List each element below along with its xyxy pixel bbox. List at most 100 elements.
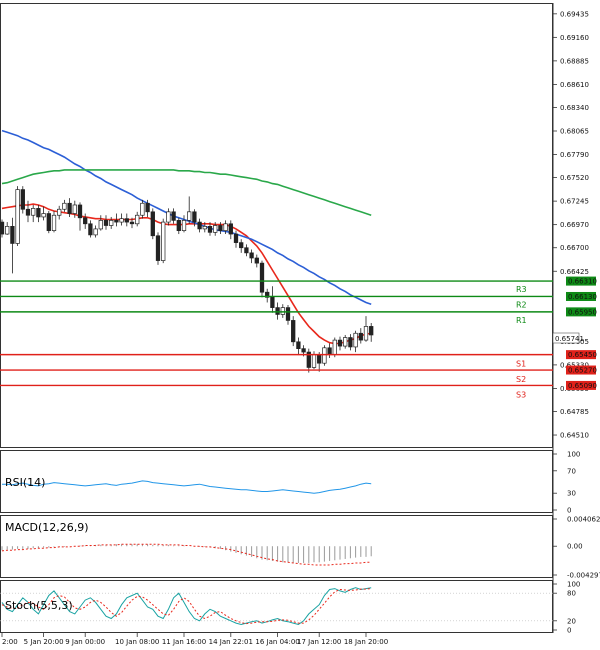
candle-bullish <box>62 202 67 210</box>
level-name-r1: R1 <box>516 316 527 325</box>
candle-bearish <box>77 204 83 219</box>
candle-bullish <box>31 208 36 216</box>
macd-signal-line <box>1 543 372 566</box>
time-tick-label: 10 Jan 08:00 <box>115 638 159 646</box>
rsi-panel-frame <box>0 450 553 513</box>
rsi-tick-label: 0 <box>567 507 571 515</box>
price-tick-label: 0.66700 <box>560 244 589 252</box>
candle-bearish <box>296 341 301 350</box>
candle-bullish <box>57 208 62 216</box>
moving-average-line-3 <box>1 169 372 216</box>
candle-bearish <box>317 354 322 364</box>
candle-bearish <box>103 220 109 226</box>
stoch-tick-label: 100 <box>567 581 580 589</box>
candle-bullish <box>343 337 348 347</box>
candle-bullish <box>166 211 171 223</box>
candle-bearish <box>285 307 291 321</box>
price-tick-label: 0.68065 <box>560 127 589 135</box>
main-panel-frame <box>0 3 553 448</box>
rsi-tick-label: 30 <box>567 490 576 498</box>
candle-bearish <box>249 252 254 259</box>
candle-bearish <box>83 217 88 225</box>
price-tick-label: 0.67245 <box>560 198 589 206</box>
candle-bearish <box>270 296 275 308</box>
candle-bearish <box>176 220 181 231</box>
price-tick-label: 0.64510 <box>560 432 589 440</box>
price-tick-label: 0.67790 <box>560 151 589 159</box>
candle-bearish <box>36 208 41 218</box>
level-price-label: 0.65270 <box>568 367 597 375</box>
candle-bullish <box>161 221 166 261</box>
candle-bearish <box>20 189 25 210</box>
candle-bullish <box>41 213 46 218</box>
rsi-tick-label: 70 <box>567 467 576 475</box>
time-tick-label: 2:00 <box>2 638 18 646</box>
candle-bullish <box>135 214 140 225</box>
candle-bullish <box>119 218 124 223</box>
candle-bearish <box>239 242 244 249</box>
stoch-tick-label: 80 <box>567 590 576 598</box>
level-name-s2: S2 <box>516 375 526 384</box>
price-tick-label: 0.68340 <box>560 104 589 112</box>
candle-bearish <box>291 320 296 343</box>
candle-bullish <box>223 223 228 231</box>
price-tick-label: 0.68610 <box>560 81 589 89</box>
candle-bearish <box>171 211 176 221</box>
candle-bearish <box>218 225 223 231</box>
candle-bullish <box>280 307 285 315</box>
candle-bullish <box>311 354 317 368</box>
candle-bearish <box>327 347 332 355</box>
candle-bearish <box>10 226 15 244</box>
candle-bearish <box>228 223 233 235</box>
candle-bearish <box>155 235 161 261</box>
candle-bullish <box>363 326 369 341</box>
price-tick-label: 0.66425 <box>560 268 589 276</box>
candle-bearish <box>259 262 265 293</box>
candle-bullish <box>51 214 57 231</box>
level-name-s3: S3 <box>516 390 526 399</box>
level-price-label: 0.66310 <box>568 278 597 286</box>
price-tick-label: 0.69160 <box>560 34 589 42</box>
price-tick-label: 0.66970 <box>560 221 589 229</box>
level-name-s1: S1 <box>516 360 526 369</box>
candle-bearish <box>25 208 31 216</box>
level-name-r3: R3 <box>516 285 527 294</box>
candle-bullish <box>181 220 187 231</box>
candle-bullish <box>140 202 145 216</box>
candle-bearish <box>67 202 72 214</box>
time-tick-label: 14 Jan 22:01 <box>209 638 253 646</box>
stoch-tick-label: 20 <box>567 617 576 625</box>
candle-bearish <box>145 202 150 213</box>
level-price-label: 0.65450 <box>568 351 597 359</box>
candle-bearish <box>124 218 129 223</box>
price-tick-label: 0.68885 <box>560 57 589 65</box>
candle-bullish <box>72 204 77 214</box>
time-tick-label: 9 Jan 00:00 <box>65 638 105 646</box>
candle-bearish <box>337 339 343 347</box>
candle-bearish <box>207 226 213 233</box>
candle-bullish <box>15 189 20 244</box>
macd-title: MACD(12,26,9) <box>5 521 89 534</box>
candle-bearish <box>46 213 51 231</box>
candle-bullish <box>353 332 358 348</box>
stoch-tick-label: 0 <box>567 627 571 635</box>
macd-tick-label: 0.00 <box>567 543 583 551</box>
candle-bearish <box>244 247 249 254</box>
time-tick-label: 16 Jan 04:00 <box>255 638 299 646</box>
candle-bearish <box>369 326 374 336</box>
stoch-panel-frame <box>0 580 553 633</box>
candle-bullish <box>322 347 327 364</box>
candle-bearish <box>150 211 155 237</box>
candle-bearish <box>348 337 353 348</box>
candle-bullish <box>98 220 103 230</box>
candle-bullish <box>332 339 337 355</box>
candle-bullish <box>202 226 207 230</box>
time-tick-label: 5 Jan 20:00 <box>24 638 64 646</box>
candle-bearish <box>129 221 135 225</box>
candle-bearish <box>197 221 202 230</box>
time-tick-label: 17 Jan 12:00 <box>297 638 341 646</box>
macd-tick-label: -0.004297 <box>567 572 600 580</box>
candle-bearish <box>233 233 239 243</box>
level-price-label: 0.65950 <box>568 308 597 316</box>
price-tick-label: 0.67520 <box>560 174 589 182</box>
